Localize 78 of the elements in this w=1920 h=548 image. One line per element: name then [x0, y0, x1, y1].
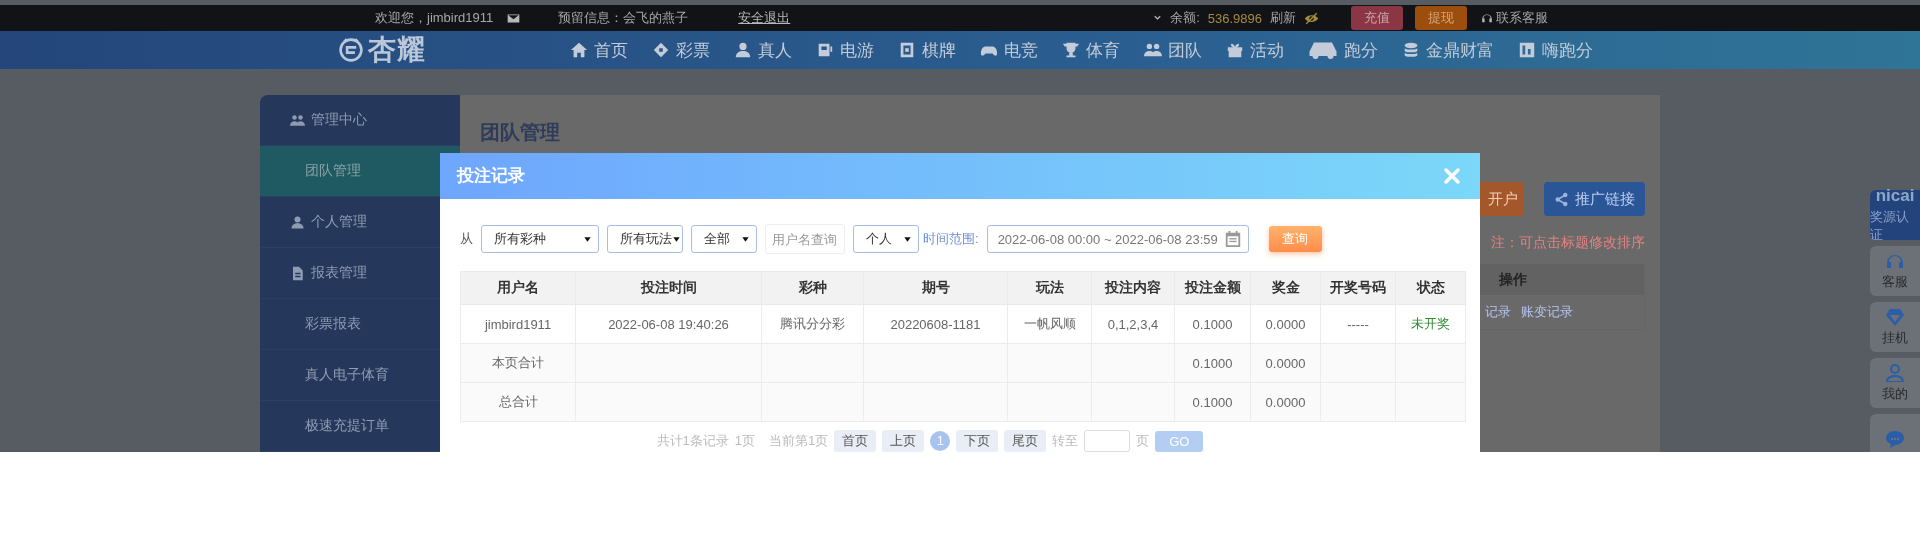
- table-cell: 0.1000: [1174, 382, 1251, 422]
- column-header: 用户名: [460, 271, 576, 305]
- table-cell: 2022-06-08 19:40:26: [575, 304, 762, 344]
- table-cell: 一帆风顺: [1007, 304, 1092, 344]
- table-cell: -----: [1320, 304, 1396, 344]
- nav-link[interactable]: 电竞: [1004, 38, 1038, 62]
- table-cell: 0.0000: [1250, 304, 1321, 344]
- page-count: 1页: [734, 432, 755, 450]
- column-header: 投注时间: [575, 271, 762, 305]
- first-page-button[interactable]: 首页: [834, 430, 877, 452]
- refresh-link[interactable]: 刷新: [1270, 9, 1296, 27]
- nav-link[interactable]: 金鼎财富: [1426, 38, 1494, 62]
- welcome-text: 欢迎您，jimbird1911: [375, 9, 494, 27]
- table-cell: jimbird1911: [460, 304, 576, 344]
- table-cell: 0.1000: [1174, 304, 1251, 344]
- table-cell: 本页合计: [460, 343, 576, 383]
- record-count: 共计1条记录: [656, 432, 729, 450]
- nav-link[interactable]: 棋牌: [922, 38, 956, 62]
- column-header: 投注金额: [1174, 271, 1251, 305]
- column-header: 操作: [1479, 265, 1644, 295]
- range-label: 时间范围:: [923, 230, 979, 249]
- nav-link[interactable]: 嗨跑分: [1542, 38, 1593, 62]
- float-label: 挂机: [1882, 329, 1908, 347]
- username-field[interactable]: 用户名查询: [765, 224, 845, 255]
- prev-page-button[interactable]: 上页: [882, 430, 925, 452]
- float-menu-item[interactable]: 挂机: [1870, 302, 1920, 352]
- modal-title: 投注记录: [457, 165, 525, 188]
- nav-link[interactable]: 跑分: [1344, 38, 1378, 62]
- float-label: 我的: [1882, 385, 1908, 403]
- column-header: 玩法: [1007, 271, 1092, 305]
- record-link[interactable]: 记录: [1485, 303, 1511, 321]
- table-cell: 20220608-1181: [863, 304, 1008, 344]
- nav-link[interactable]: 首页: [594, 38, 628, 62]
- balance-value: 536.9896: [1207, 10, 1262, 26]
- column-header: 期号: [863, 271, 1008, 305]
- last-page-button[interactable]: 尾页: [1004, 430, 1047, 452]
- float-menu-item[interactable]: 我的: [1870, 358, 1920, 408]
- nav-link[interactable]: 彩票: [676, 38, 710, 62]
- table-cell: 总合计: [460, 382, 576, 422]
- table-cell: 未开奖: [1395, 304, 1466, 344]
- deposit-button[interactable]: 充值: [1351, 6, 1403, 30]
- select-field[interactable]: 全部: [691, 225, 757, 254]
- table-cell: 0.1000: [1174, 343, 1251, 383]
- column-header: 投注内容: [1091, 271, 1175, 305]
- logo-text: 杏耀: [368, 33, 426, 67]
- select-field[interactable]: 所有玩法: [607, 225, 683, 254]
- nav-link[interactable]: 活动: [1250, 38, 1284, 62]
- table-cell: 腾讯分分彩: [761, 304, 864, 344]
- date-range-field[interactable]: 2022-06-08 00:00 ~ 2022-06-08 23:59: [986, 225, 1249, 254]
- column-header: 奖金: [1250, 271, 1321, 305]
- page-title: 团队管理: [480, 120, 560, 145]
- table-cell: 0.0000: [1250, 382, 1321, 422]
- balance-label: 余额:: [1170, 9, 1200, 27]
- page-unit: 页: [1136, 432, 1150, 450]
- logout-link[interactable]: 安全退出: [738, 9, 791, 27]
- column-header: 状态: [1395, 271, 1466, 305]
- nav-link[interactable]: 团队: [1168, 38, 1202, 62]
- nav-link[interactable]: 电游: [840, 38, 874, 62]
- float-label: 客服: [1882, 273, 1908, 291]
- reserved-message: 预留信息：会飞的燕子: [558, 9, 689, 27]
- from-label: 从: [460, 230, 473, 249]
- column-header: 彩种: [761, 271, 864, 305]
- table-cell: 0,1,2,3,4: [1091, 304, 1175, 344]
- sort-hint: 注：可点击标题修改排序: [1491, 234, 1645, 252]
- current-page: 当前第1页: [769, 432, 829, 450]
- record-link[interactable]: 账变记录: [1521, 303, 1573, 321]
- nav-link[interactable]: 真人: [758, 38, 792, 62]
- select-field[interactable]: 个人: [853, 225, 919, 254]
- withdraw-button[interactable]: 提现: [1415, 6, 1467, 30]
- share-link-button[interactable]: 推广链接: [1544, 182, 1645, 216]
- support-link[interactable]: 联系客服: [1496, 9, 1548, 27]
- table-cell: 0.0000: [1250, 343, 1321, 383]
- select-field[interactable]: 所有彩种: [481, 225, 599, 254]
- goto-label: 转至: [1052, 432, 1079, 450]
- nav-link[interactable]: 体育: [1086, 38, 1120, 62]
- column-header: 开奖号码: [1320, 271, 1396, 305]
- float-menu-item[interactable]: 客服: [1870, 246, 1920, 296]
- next-page-button[interactable]: 下页: [956, 430, 999, 452]
